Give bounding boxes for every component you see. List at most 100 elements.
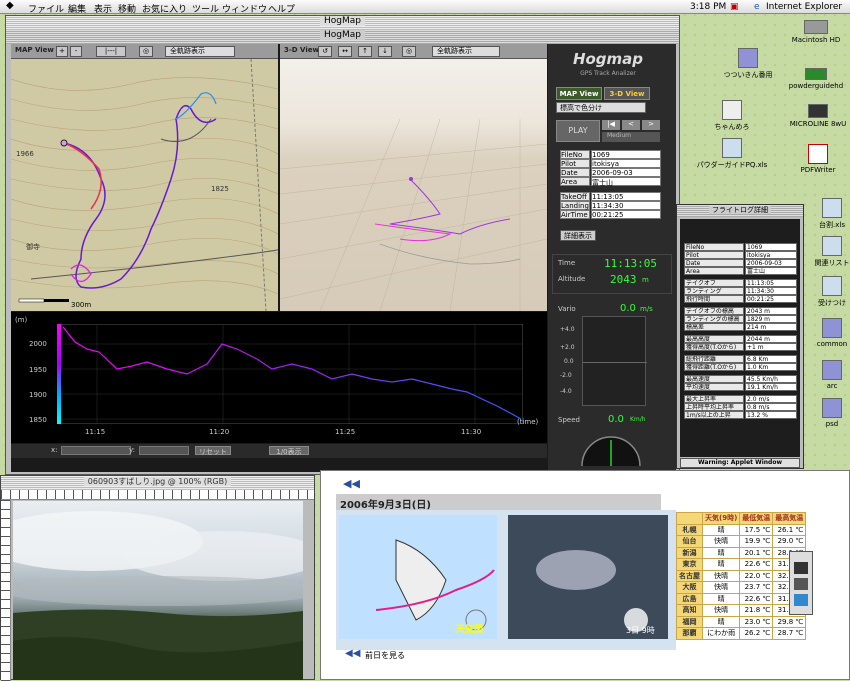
tool-icon[interactable] — [794, 578, 808, 590]
applet-title: HogMap — [320, 30, 365, 40]
log-key: 上昇時平均上昇率 — [684, 403, 744, 411]
city-cell: 大阪 — [676, 581, 703, 594]
speed-select[interactable]: Medium — [602, 132, 660, 142]
double-left-arrow-icon[interactable]: ◀◀ — [343, 477, 360, 490]
flight-log-titlebar[interactable]: フライトログ詳細 — [677, 205, 803, 217]
menu-view[interactable]: 表示 — [94, 2, 112, 15]
ie-icon: e — [754, 2, 760, 12]
svg-text:御寺: 御寺 — [26, 242, 40, 251]
map-view-button[interactable]: MAP View — [556, 87, 602, 100]
x-tick-label: 11:20 — [209, 428, 230, 436]
log-value: 2044 m — [745, 335, 797, 343]
detail-button[interactable]: 詳細表示 — [560, 230, 596, 241]
vario-tick: +4.0 — [560, 326, 575, 333]
photo-titlebar[interactable]: 060903すばしり.jpg @ 100% (RGB) — [1, 476, 314, 490]
menu-clock[interactable]: 3:18 PM — [690, 2, 726, 12]
zoom-out-icon[interactable]: - — [70, 46, 82, 57]
icon-label: ちゃんめろ — [714, 123, 750, 131]
table-row: 仙台 快晴 19.9 ℃ 29.0 ℃ — [676, 535, 807, 548]
3d-view-button[interactable]: 3-D View — [604, 87, 650, 100]
weather-cell: 快晴 — [701, 569, 741, 582]
header-cell: 最高気温 — [772, 512, 807, 525]
map-toolbar: MAP View + - |---| ◎ 全軌跡表示 — [11, 44, 278, 59]
photo-svg — [13, 511, 303, 680]
map-view-label: MAP View — [15, 46, 54, 54]
desktop-icon[interactable]: MICROLINE 8wU — [776, 104, 850, 128]
icon-label: つついきん番用 — [723, 71, 773, 79]
pan-icon[interactable]: ↔ — [338, 46, 352, 57]
tool-icon[interactable] — [794, 562, 808, 574]
3d-view[interactable] — [280, 59, 547, 311]
tool-icon[interactable] — [794, 594, 808, 606]
y-tick-label: 1950 — [29, 366, 47, 374]
weather-map-svg — [339, 515, 668, 639]
app-name[interactable]: Internet Explorer — [766, 2, 842, 12]
move-up-icon[interactable]: ↑ — [358, 46, 372, 57]
3d-display-select[interactable]: 全軌跡表示 — [432, 46, 500, 57]
weather-cell: にわか雨 — [701, 627, 741, 640]
forward-icon[interactable]: > — [642, 120, 660, 130]
min-temp-cell: 20.1 ℃ — [739, 546, 774, 559]
x-scale-slider[interactable] — [61, 446, 131, 455]
log-value: 00:21:25 — [745, 295, 797, 303]
rewind-icon[interactable]: |◀ — [602, 120, 620, 130]
vario-tick: +2.0 — [560, 344, 575, 351]
header-cell: 天気(9時) — [701, 512, 741, 525]
color-mode-select[interactable]: 標高で色分け — [556, 102, 646, 113]
menu-go[interactable]: 移動 — [118, 2, 136, 15]
log-key: 総飛行距離 — [684, 355, 744, 363]
weather-table: 天気(9時) 最低気温 最高気温 札幌晴 17.5 ℃ 26.1 ℃ 仙台 快晴 19.… — [676, 512, 807, 640]
zoom-in-icon[interactable]: + — [56, 46, 68, 57]
log-key: ランディング — [684, 287, 744, 295]
vario-label: Vario — [558, 305, 576, 313]
back-icon[interactable]: < — [622, 120, 640, 130]
desktop-icon[interactable]: ちゃんめろ — [690, 100, 774, 132]
reset-button[interactable]: リセット — [195, 446, 231, 456]
table-row: 大阪快晴23.7 ℃32.7 ℃ — [676, 581, 807, 594]
info-value: 富士山 — [591, 177, 661, 187]
apple-menu-icon[interactable]: ◆ — [6, 0, 17, 12]
weather-cell: 晴 — [701, 523, 741, 536]
weather-map-caption: 天気図 — [456, 625, 484, 635]
desktop-icon[interactable]: つついきん番用 — [706, 48, 790, 80]
desktop-icon[interactable]: PDFWriter — [776, 144, 850, 174]
track-display-select[interactable]: 全軌跡表示 — [165, 46, 235, 57]
prev-day-link[interactable]: 前日を見る — [365, 650, 405, 661]
menu-favorites[interactable]: お気に入り — [142, 2, 187, 15]
flag-icon[interactable]: ▣ — [730, 2, 739, 12]
info-key: FileNo — [560, 150, 590, 159]
menu-window[interactable]: ウィンドウ — [222, 2, 267, 15]
menu-file[interactable]: ファイル — [28, 2, 64, 15]
altitude-label: Altitude — [558, 275, 586, 283]
rotate-left-icon[interactable]: ↺ — [318, 46, 332, 57]
max-temp-cell: 28.7 ℃ — [772, 627, 807, 640]
double-left-arrow-icon[interactable]: ◀◀ — [345, 648, 360, 659]
table-row: 新潟晴20.1 ℃28.1 ℃ — [676, 546, 807, 559]
window-titlebar[interactable]: HogMap — [6, 16, 679, 30]
topo-map[interactable]: 1966 1825 御寺 300m — [11, 59, 278, 311]
play-button[interactable]: PLAY — [556, 120, 600, 142]
menu-tools[interactable]: ツール — [192, 2, 219, 15]
3d-view-label: 3-D View — [284, 46, 319, 54]
min-temp-cell: 23.7 ℃ — [739, 581, 774, 594]
compass-icon[interactable]: ◎ — [139, 46, 153, 57]
desktop-icon[interactable]: Macintosh HD — [774, 20, 850, 44]
export-button[interactable]: 1/0表示 — [269, 446, 309, 456]
vario-meter — [582, 316, 647, 406]
desktop-icon[interactable]: パウダーガイドPQ.xls — [690, 138, 774, 170]
menu-edit[interactable]: 編集 — [68, 2, 86, 15]
satellite-caption: 3日 9時 — [626, 626, 655, 635]
move-down-icon[interactable]: ↓ — [378, 46, 392, 57]
measure-icon[interactable]: |---| — [96, 46, 126, 57]
info-value: itokisya — [591, 159, 661, 168]
y-scale-slider[interactable] — [139, 446, 189, 455]
info-key: TakeOff — [560, 192, 590, 201]
altitude-plot — [57, 324, 523, 424]
y-tick-label: 1900 — [29, 391, 47, 399]
weather-maps: 天気図 3日 9時 — [336, 510, 676, 650]
log-key: 1m/s以上の上昇 — [684, 411, 744, 419]
max-temp-cell: 29.0 ℃ — [772, 535, 807, 548]
compass-icon[interactable]: ◎ — [402, 46, 416, 57]
menu-help[interactable]: ヘルプ — [268, 2, 295, 15]
applet-titlebar[interactable]: HogMap — [6, 30, 679, 44]
